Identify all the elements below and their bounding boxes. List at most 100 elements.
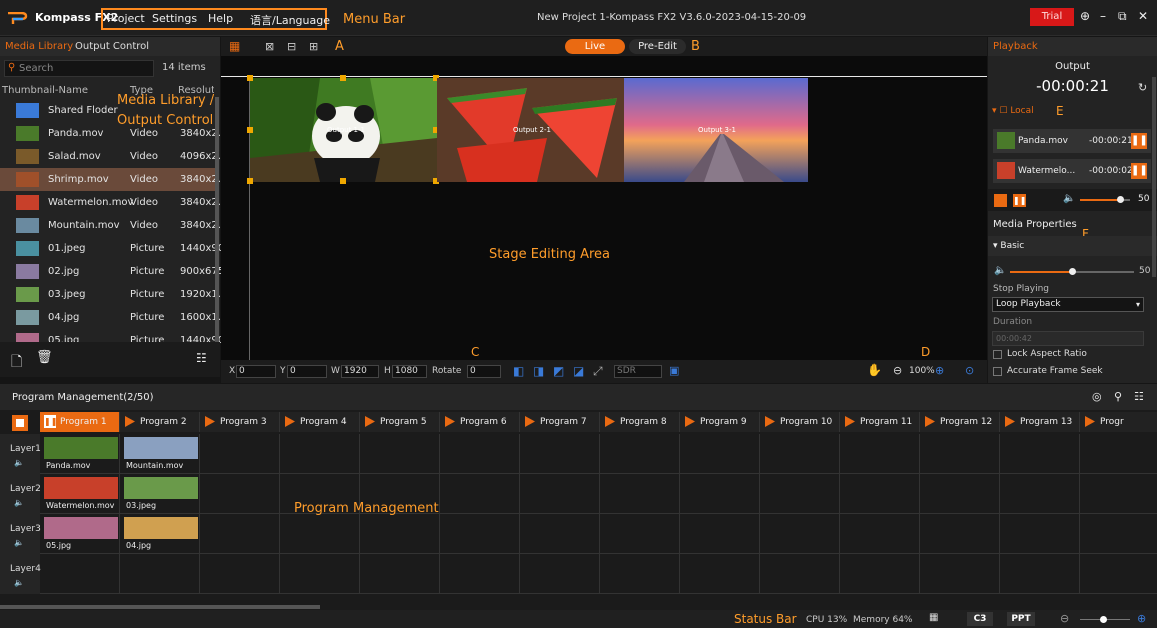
output-1-canvas[interactable]: Output 1-1	[250, 78, 437, 182]
y-field[interactable]: 0	[287, 365, 327, 378]
c3-button[interactable]: C3	[967, 612, 993, 626]
tab-program-14[interactable]: Progr	[1080, 412, 1157, 432]
col-thumbnail-name[interactable]: Thumbnail-Name	[2, 85, 88, 96]
maximize-icon[interactable]: ⧉	[1118, 9, 1127, 24]
local-toggle[interactable]: ▾ ☐ Local	[992, 106, 1034, 116]
program-cell[interactable]	[760, 434, 840, 474]
playback-item[interactable]: Panda.mov -00:00:21 ❚❚	[993, 129, 1151, 153]
program-cell[interactable]	[680, 554, 760, 594]
calendar-icon[interactable]: ▦	[929, 612, 938, 623]
tab-program-7[interactable]: Program 7	[520, 412, 600, 432]
grid-icon[interactable]: ▦	[229, 39, 240, 53]
tab-output-control[interactable]: Output Control	[75, 41, 149, 52]
program-cell[interactable]	[840, 434, 920, 474]
lock-ratio-icon[interactable]: ▣	[669, 364, 679, 377]
status-zoom-in-icon[interactable]: ⊕	[1137, 612, 1146, 625]
stop-playing-select[interactable]: Loop Playback ▾	[992, 297, 1144, 312]
program-cell[interactable]	[600, 514, 680, 554]
program-cell[interactable]	[920, 554, 1000, 594]
program-cell[interactable]	[760, 514, 840, 554]
tab-program-2[interactable]: Program 2	[120, 412, 200, 432]
pause-all-icon[interactable]: ❚❚	[1013, 194, 1026, 207]
rotate-field[interactable]: 0	[467, 365, 501, 378]
list-view-icon[interactable]: ☷	[196, 351, 207, 365]
pre-edit-button[interactable]: Pre-Edit	[629, 39, 686, 54]
output-3-canvas[interactable]: Output 3-1	[624, 78, 808, 182]
list-item[interactable]: Watermelon.mov Video 3840x2..	[0, 191, 224, 214]
program-cell[interactable]	[760, 554, 840, 594]
zoom-in-icon[interactable]: ⊕	[935, 364, 944, 377]
program-cell[interactable]	[840, 514, 920, 554]
fit-screen-icon[interactable]: ⊙	[965, 364, 974, 377]
pause-icon[interactable]: ❚❚	[1131, 163, 1148, 179]
program-scrollbar[interactable]	[0, 605, 320, 609]
program-cell[interactable]	[200, 514, 280, 554]
program-cell[interactable]	[1080, 474, 1157, 514]
tab-media-library[interactable]: Media Library	[5, 41, 73, 52]
search-input[interactable]: ⚲ Search	[4, 60, 154, 77]
list-item[interactable]: Shrimp.mov Video 3840x2..	[0, 168, 224, 191]
program-cell[interactable]	[680, 514, 760, 554]
menu-help[interactable]: Help	[208, 12, 233, 25]
close-icon[interactable]: ✕	[1138, 9, 1148, 23]
layer-header[interactable]: Layer4 🔈	[0, 554, 41, 594]
send-back-icon[interactable]: ◪	[573, 364, 584, 378]
layer-volume-icon[interactable]: 🔈	[14, 578, 24, 587]
program-cell[interactable]	[1000, 514, 1080, 554]
reset-icon[interactable]: ↻	[1138, 81, 1147, 94]
list-item[interactable]: Salad.mov Video 4096x2..	[0, 145, 224, 168]
text-icon[interactable]: ⊟	[287, 40, 296, 53]
layer-volume-icon[interactable]: 🔈	[14, 538, 24, 547]
program-cell[interactable]	[920, 474, 1000, 514]
tab-program-11[interactable]: Program 11	[840, 412, 920, 432]
layer-volume-icon[interactable]: 🔈	[14, 458, 24, 467]
tab-program-8[interactable]: Program 8	[600, 412, 680, 432]
program-cell[interactable]	[520, 514, 600, 554]
program-cell[interactable]	[360, 554, 440, 594]
handle-tl[interactable]	[247, 75, 253, 81]
output-2-canvas[interactable]: Output 2-1	[437, 78, 624, 182]
w-field[interactable]: 1920	[341, 365, 379, 378]
program-cell[interactable]	[1080, 554, 1157, 594]
program-cell[interactable]	[200, 434, 280, 474]
live-button[interactable]: Live	[565, 39, 625, 54]
program-cell[interactable]	[840, 554, 920, 594]
tab-playback[interactable]: Playback	[993, 41, 1038, 52]
pause-icon[interactable]: ❚❚	[1131, 133, 1148, 149]
duration-field[interactable]: 00:00:42	[992, 331, 1144, 346]
program-cell[interactable]	[440, 554, 520, 594]
bring-front-icon[interactable]: ◧	[513, 364, 524, 378]
clip-thumbnail[interactable]	[44, 517, 118, 539]
volume-slider[interactable]	[1080, 196, 1130, 203]
list-item[interactable]: Mountain.mov Video 3840x2..	[0, 214, 224, 237]
program-cell[interactable]	[1000, 474, 1080, 514]
menu-settings[interactable]: Settings	[152, 12, 197, 25]
list-item[interactable]: 03.jpeg Picture 1920x1..	[0, 283, 224, 306]
program-cell[interactable]	[200, 474, 280, 514]
x-field[interactable]: 0	[236, 365, 276, 378]
tab-program-1[interactable]: ❚❚ Program 1	[40, 412, 120, 432]
program-cell[interactable]	[520, 434, 600, 474]
tab-program-12[interactable]: Program 12	[920, 412, 1000, 432]
lock-aspect-checkbox[interactable]	[993, 350, 1002, 359]
stop-all-icon[interactable]	[12, 415, 28, 431]
clip-thumbnail[interactable]	[124, 517, 198, 539]
pin-icon[interactable]: ⚲	[1114, 390, 1122, 403]
program-cell[interactable]	[200, 554, 280, 594]
minimize-icon[interactable]: –	[1100, 9, 1106, 23]
tab-program-3[interactable]: Program 3	[200, 412, 280, 432]
tab-program-4[interactable]: Program 4	[280, 412, 360, 432]
stop-icon[interactable]	[994, 194, 1007, 207]
program-cell[interactable]	[920, 514, 1000, 554]
hand-tool-icon[interactable]: ✋	[867, 363, 882, 377]
program-cell[interactable]	[520, 474, 600, 514]
program-cell[interactable]	[440, 434, 520, 474]
program-cell[interactable]	[1080, 514, 1157, 554]
tab-program-10[interactable]: Program 10	[760, 412, 840, 432]
layer-header[interactable]: Layer3 🔈	[0, 514, 41, 554]
list-item[interactable]: 01.jpeg Picture 1440x90	[0, 237, 224, 260]
program-cell[interactable]	[280, 434, 360, 474]
handle-tm[interactable]	[340, 75, 346, 81]
program-cell[interactable]	[360, 514, 440, 554]
program-cell[interactable]	[680, 434, 760, 474]
